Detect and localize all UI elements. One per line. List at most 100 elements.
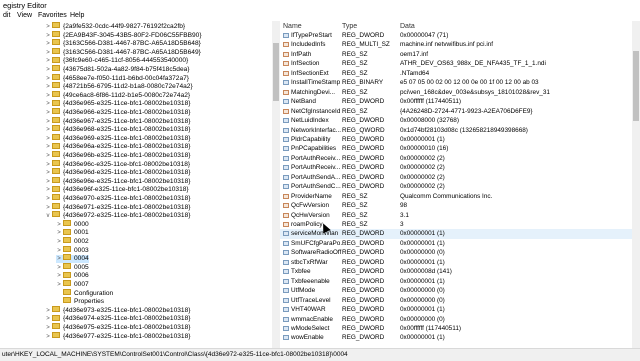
value-row[interactable]: IncludedInfs REG_MULTI_SZ machine.inf netv… bbox=[280, 40, 632, 49]
tree-item[interactable]: >0000 bbox=[56, 220, 89, 229]
expand-icon[interactable]: > bbox=[45, 135, 51, 143]
tree-item[interactable]: >0005 bbox=[56, 263, 89, 272]
value-row[interactable]: stbcTxRfWar REG_DWORD 0x00000001 (1) bbox=[280, 258, 632, 267]
tree-item[interactable]: > {4d36e96f-e325-11ce-bfc1-08002be10318} bbox=[45, 185, 189, 194]
expand-icon[interactable]: > bbox=[45, 100, 51, 108]
tree-item[interactable]: > {2EA9B43F-3045-43B5-80F2-FD06C55FBB90} bbox=[45, 30, 202, 40]
tree-item[interactable]: > {4d36e965-e325-11ce-bfc1-08002be10318} bbox=[45, 99, 190, 108]
tree-scrollbar[interactable] bbox=[272, 21, 280, 348]
value-row[interactable]: wmmacEnable REG_DWORD 0x00000000 (0) bbox=[280, 315, 632, 324]
value-row[interactable]: UtfTraceLevel REG_DWORD 0x00000000 (0) bbox=[280, 296, 632, 305]
expand-icon[interactable]: > bbox=[56, 247, 62, 255]
expand-icon[interactable]: > bbox=[56, 238, 62, 246]
expand-icon[interactable]: > bbox=[45, 178, 51, 186]
tree-scroll-thumb[interactable] bbox=[273, 43, 279, 101]
tree-item[interactable]: >0001 bbox=[56, 228, 89, 237]
expand-icon[interactable]: > bbox=[45, 186, 51, 194]
tree-item[interactable]: >0006 bbox=[56, 271, 89, 280]
expand-icon[interactable]: > bbox=[45, 92, 51, 100]
tree-item[interactable]: >0007 bbox=[56, 280, 89, 289]
value-row[interactable]: NetCfgInstanceId REG_SZ {4A26248D-2724-477… bbox=[280, 107, 632, 116]
expand-icon[interactable]: > bbox=[45, 195, 51, 203]
tree-item[interactable]: > {4d36e975-e325-11ce-bfc1-08002be10318} bbox=[45, 323, 190, 332]
value-row[interactable]: PortAuthReceiv... REG_DWORD 0x00000002 (2) bbox=[280, 163, 632, 172]
value-row[interactable]: wowEnable REG_DWORD 0x00000001 (1) bbox=[280, 333, 632, 342]
expand-icon[interactable]: > bbox=[45, 169, 51, 177]
expand-icon[interactable]: > bbox=[45, 32, 51, 40]
value-row[interactable]: roamPolicy REG_SZ 3 bbox=[280, 220, 632, 229]
expand-icon[interactable]: > bbox=[56, 272, 62, 280]
value-row[interactable]: VHT40WAR REG_DWORD 0x00000001 (1) bbox=[280, 305, 632, 314]
value-row[interactable]: wModeSelect REG_DWORD 0x00ffffff (11744051… bbox=[280, 324, 632, 333]
value-row[interactable]: QcFwVersion REG_SZ 98 bbox=[280, 201, 632, 210]
tree-item[interactable]: > {48721b56-6795-11d2-b1a8-0080c72e74a2} bbox=[45, 82, 193, 91]
tree-item[interactable]: > {3163C566-D381-4467-87BC-A65A18D5B649} bbox=[45, 48, 201, 57]
expand-icon[interactable]: > bbox=[45, 83, 51, 91]
column-data[interactable]: Data bbox=[400, 23, 415, 30]
tree-item[interactable]: > {36fc9e60-c465-11cf-8056-444553540000} bbox=[45, 56, 188, 65]
tree-item[interactable]: > {2a9fe532-0cdc-44f9-9827-76192f2ca2fb} bbox=[45, 22, 185, 31]
value-row[interactable]: NetworkInterfac... REG_QWORD 0x1d74bf28103… bbox=[280, 126, 632, 135]
value-row[interactable]: Txbfeeenable REG_DWORD 0x00000001 (1) bbox=[280, 277, 632, 286]
tree-item[interactable]: > {4d36e96c-e325-11ce-bfc1-08002be10318} bbox=[45, 159, 190, 169]
value-row[interactable]: InstallTimeStamp REG_BINARY e5 07 05 00 02… bbox=[280, 78, 632, 87]
value-row[interactable]: PnPCapabilities REG_DWORD 0x00000010 (16) bbox=[280, 144, 632, 153]
value-row[interactable]: QcHwVersion REG_SZ 3.1 bbox=[280, 211, 632, 220]
value-row[interactable]: InfPath REG_SZ oem17.inf bbox=[280, 50, 632, 59]
value-row[interactable]: NetBand REG_DWORD 0x00ffffff (117440511) bbox=[280, 97, 632, 106]
expand-icon[interactable]: > bbox=[45, 315, 51, 323]
value-row[interactable]: serviceMonWlan REG_DWORD 0x00000001 (1) bbox=[280, 229, 632, 239]
tree-item[interactable]: > {4d36e977-e325-11ce-bfc1-08002be10318} bbox=[45, 331, 190, 341]
tree-item[interactable]: > {3163C566-D381-4467-87BC-A65A18D5B648} bbox=[45, 39, 201, 48]
value-row[interactable]: PortAuthSendA... REG_DWORD 0x00000002 (2) bbox=[280, 173, 632, 182]
expand-icon[interactable]: v bbox=[45, 212, 51, 220]
values-scroll-thumb[interactable] bbox=[633, 51, 639, 121]
value-row[interactable]: PortAuthReceiv... REG_DWORD 0x00000002 (2) bbox=[280, 154, 632, 163]
value-row[interactable]: MatchingDevi... REG_SZ pci\ven_168c&dev_00… bbox=[280, 88, 632, 97]
expand-icon[interactable]: > bbox=[45, 143, 51, 151]
value-row[interactable]: InfSectionExt REG_SZ .NTamd64 bbox=[280, 69, 632, 78]
tree-item[interactable]: >0002 bbox=[56, 237, 89, 246]
column-type[interactable]: Type bbox=[342, 23, 357, 30]
expand-icon[interactable]: > bbox=[56, 255, 62, 263]
expand-icon[interactable]: > bbox=[56, 281, 62, 289]
expand-icon[interactable]: > bbox=[45, 40, 51, 48]
expand-icon[interactable]: > bbox=[45, 161, 51, 169]
values-scrollbar[interactable] bbox=[632, 21, 640, 348]
menu-help[interactable]: Help bbox=[70, 12, 84, 19]
tree-item[interactable]: > {4d36e973-e325-11ce-bfc1-08002be10318} bbox=[45, 306, 190, 315]
value-row[interactable]: ProviderName REG_SZ Qualcomm Communication… bbox=[280, 192, 632, 201]
value-row[interactable]: PldrCapability REG_DWORD 0x00000001 (1) bbox=[280, 135, 632, 144]
value-row[interactable]: IfTypePreStart REG_DWORD 0x00000047 (71) bbox=[280, 31, 632, 40]
tree-item[interactable]: > {4d36e967-e325-11ce-bfc1-08002be10318} bbox=[45, 116, 190, 126]
expand-icon[interactable]: > bbox=[45, 324, 51, 332]
menu-edit[interactable]: dit bbox=[3, 12, 10, 19]
expand-icon[interactable]: > bbox=[45, 49, 51, 57]
tree-item[interactable]: Configuration bbox=[56, 288, 113, 298]
expand-icon[interactable]: > bbox=[45, 57, 51, 65]
value-row[interactable]: InfSection REG_SZ ATHR_DEV_OS63_988x_DE_NF… bbox=[280, 59, 632, 68]
value-row[interactable]: UtfMode REG_DWORD 0x00000000 (0) bbox=[280, 286, 632, 295]
expand-icon[interactable]: > bbox=[56, 264, 62, 272]
menu-view[interactable]: View bbox=[17, 12, 32, 19]
expand-icon[interactable]: > bbox=[45, 75, 51, 83]
tree-item[interactable]: > {4d36e96a-e325-11ce-bfc1-08002be10318} bbox=[45, 142, 190, 151]
expand-icon[interactable]: > bbox=[45, 66, 51, 74]
tree-item[interactable]: v {4d36e972-e325-11ce-bfc1-08002be10318} bbox=[45, 211, 190, 220]
value-row[interactable]: SmUFCfgParaPo... REG_DWORD 0x00000001 (1) bbox=[280, 239, 632, 248]
tree-item[interactable]: >0004 bbox=[56, 254, 89, 264]
value-row[interactable]: NetLuidIndex REG_DWORD 0x00008000 (32768) bbox=[280, 116, 632, 125]
expand-icon[interactable]: > bbox=[56, 229, 62, 237]
value-row[interactable]: Txbfee REG_DWORD 0x0000008d (141) bbox=[280, 267, 632, 276]
expand-icon[interactable]: > bbox=[45, 23, 51, 31]
tree-item[interactable]: > {4658ee7e-f050-11d1-b6bd-00c04fa372a7} bbox=[45, 73, 189, 83]
key-tree[interactable]: > {2a9fe532-0cdc-44f9-9827-76192f2ca2fb} >… bbox=[0, 21, 272, 348]
expand-icon[interactable]: > bbox=[56, 221, 62, 229]
expand-icon[interactable]: > bbox=[45, 333, 51, 341]
tree-item[interactable]: > {4d36e96d-e325-11ce-bfc1-08002be10318} bbox=[45, 168, 190, 177]
tree-item[interactable]: > {4d36e96e-e325-11ce-bfc1-08002be10318} bbox=[45, 177, 190, 186]
tree-item[interactable]: > {4d36e96b-e325-11ce-bfc1-08002be10318} bbox=[45, 151, 190, 160]
expand-icon[interactable]: > bbox=[45, 307, 51, 315]
tree-item[interactable]: > {49ce6ac8-6f86-11d2-b1e5-0080c72e74a2} bbox=[45, 91, 190, 100]
tree-item[interactable]: > {4d36e970-e325-11ce-bfc1-08002be10318} bbox=[45, 194, 190, 203]
